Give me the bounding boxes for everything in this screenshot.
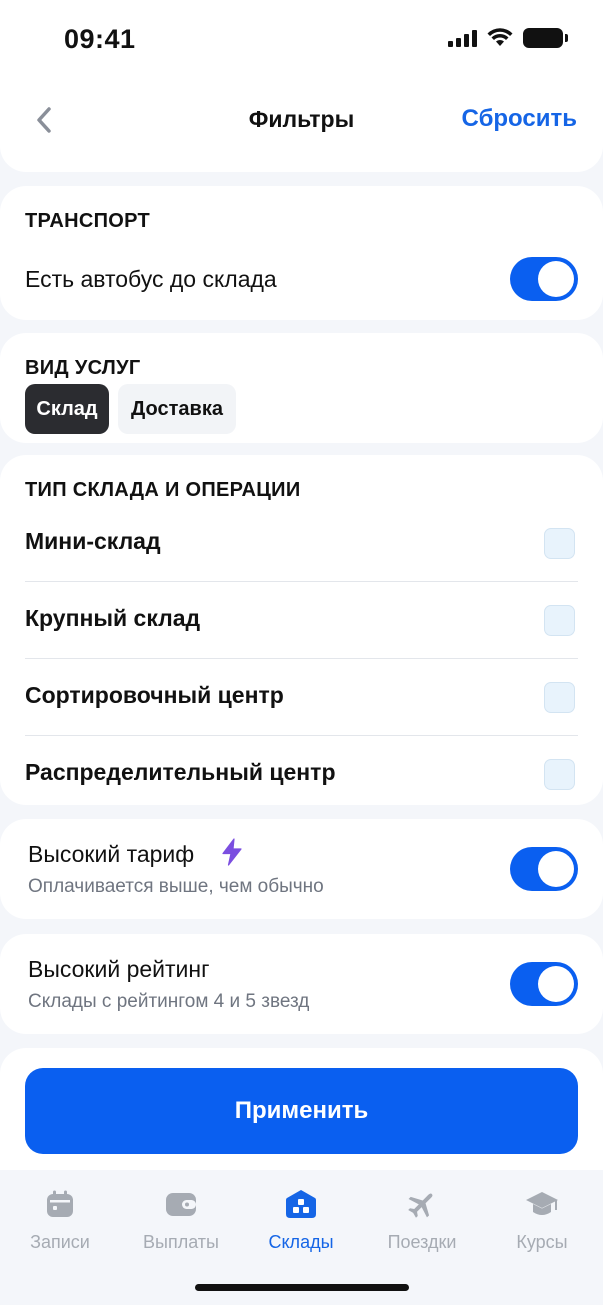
wallet-icon <box>166 1193 196 1216</box>
tab-label: Поездки <box>387 1232 457 1252</box>
nav-header: Фильтры Сбросить <box>0 80 603 172</box>
tab-bar: Записи Выплаты Склады Поездки Курсы <box>0 1170 603 1305</box>
chip-warehouse[interactable]: Склад <box>25 384 109 434</box>
battery-icon <box>523 28 568 48</box>
tab-label: Выплаты <box>143 1232 219 1252</box>
high-tariff-card: Высокий тариф Оплачивается выше, чем обы… <box>0 819 603 919</box>
tab-payouts[interactable]: Выплаты <box>121 1186 241 1253</box>
warehouse-type-section-title: ТИП СКЛАДА И ОПЕРАЦИИ <box>25 479 301 501</box>
filters-screen: 09:41 Фильтры Сбросить ТРАНСПОРТ Есть ав… <box>0 0 603 1305</box>
services-card: ВИД УСЛУГ Склад Доставка <box>0 333 603 443</box>
option-label: Крупный склад <box>25 605 201 631</box>
tab-label: Курсы <box>516 1232 568 1252</box>
calendar-icon <box>47 1190 73 1217</box>
option-row-sorting[interactable]: Сортировочный центр <box>25 660 578 736</box>
transport-card: ТРАНСПОРТ Есть автобус до склада <box>0 186 603 320</box>
high-rating-label: Высокий рейтинг <box>28 956 210 982</box>
warehouse-type-card: ТИП СКЛАДА И ОПЕРАЦИИ Мини-склад Крупный… <box>0 455 603 805</box>
high-rating-toggle[interactable] <box>510 962 578 1006</box>
wifi-icon <box>487 28 513 46</box>
warehouse-icon <box>286 1190 316 1218</box>
status-bar: 09:41 <box>0 0 603 80</box>
plane-icon <box>408 1193 433 1218</box>
tab-label: Записи <box>30 1232 90 1252</box>
status-time: 09:41 <box>64 24 136 54</box>
transport-section-title: ТРАНСПОРТ <box>25 210 151 232</box>
option-label: Сортировочный центр <box>25 682 284 708</box>
option-row-mini[interactable]: Мини-склад <box>25 506 578 582</box>
option-label: Мини-склад <box>25 528 161 554</box>
high-tariff-description: Оплачивается выше, чем обычно <box>28 876 324 897</box>
option-label: Распределительный центр <box>25 759 336 785</box>
cellular-signal-icon <box>448 29 477 47</box>
tab-appointments[interactable]: Записи <box>0 1186 120 1253</box>
high-tariff-label: Высокий тариф <box>28 841 195 867</box>
tab-label: Склады <box>268 1232 334 1252</box>
tab-courses[interactable]: Курсы <box>482 1186 602 1253</box>
services-section-title: ВИД УСЛУГ <box>25 357 141 379</box>
chip-delivery[interactable]: Доставка <box>118 384 236 434</box>
bus-toggle[interactable] <box>510 257 578 301</box>
high-rating-card: Высокий рейтинг Склады с рейтингом 4 и 5… <box>0 934 603 1034</box>
reset-button[interactable]: Сбросить <box>462 105 577 133</box>
checkbox-large[interactable] <box>544 605 575 636</box>
home-indicator <box>195 1284 409 1291</box>
apply-button[interactable]: Применить <box>25 1068 578 1154</box>
high-rating-description: Склады с рейтингом 4 и 5 звезд <box>28 991 310 1012</box>
option-row-large[interactable]: Крупный склад <box>25 583 578 659</box>
graduation-cap-icon <box>526 1192 558 1215</box>
lightning-icon <box>222 838 242 866</box>
tab-trips[interactable]: Поездки <box>362 1186 482 1253</box>
status-icons <box>448 28 568 48</box>
high-tariff-toggle[interactable] <box>510 847 578 891</box>
checkbox-sorting[interactable] <box>544 682 575 713</box>
option-row-distribution[interactable]: Распределительный центр <box>25 737 578 813</box>
checkbox-distribution[interactable] <box>544 759 575 790</box>
tab-warehouses[interactable]: Склады <box>241 1186 361 1253</box>
bus-label: Есть автобус до склада <box>25 266 277 292</box>
checkbox-mini[interactable] <box>544 528 575 559</box>
